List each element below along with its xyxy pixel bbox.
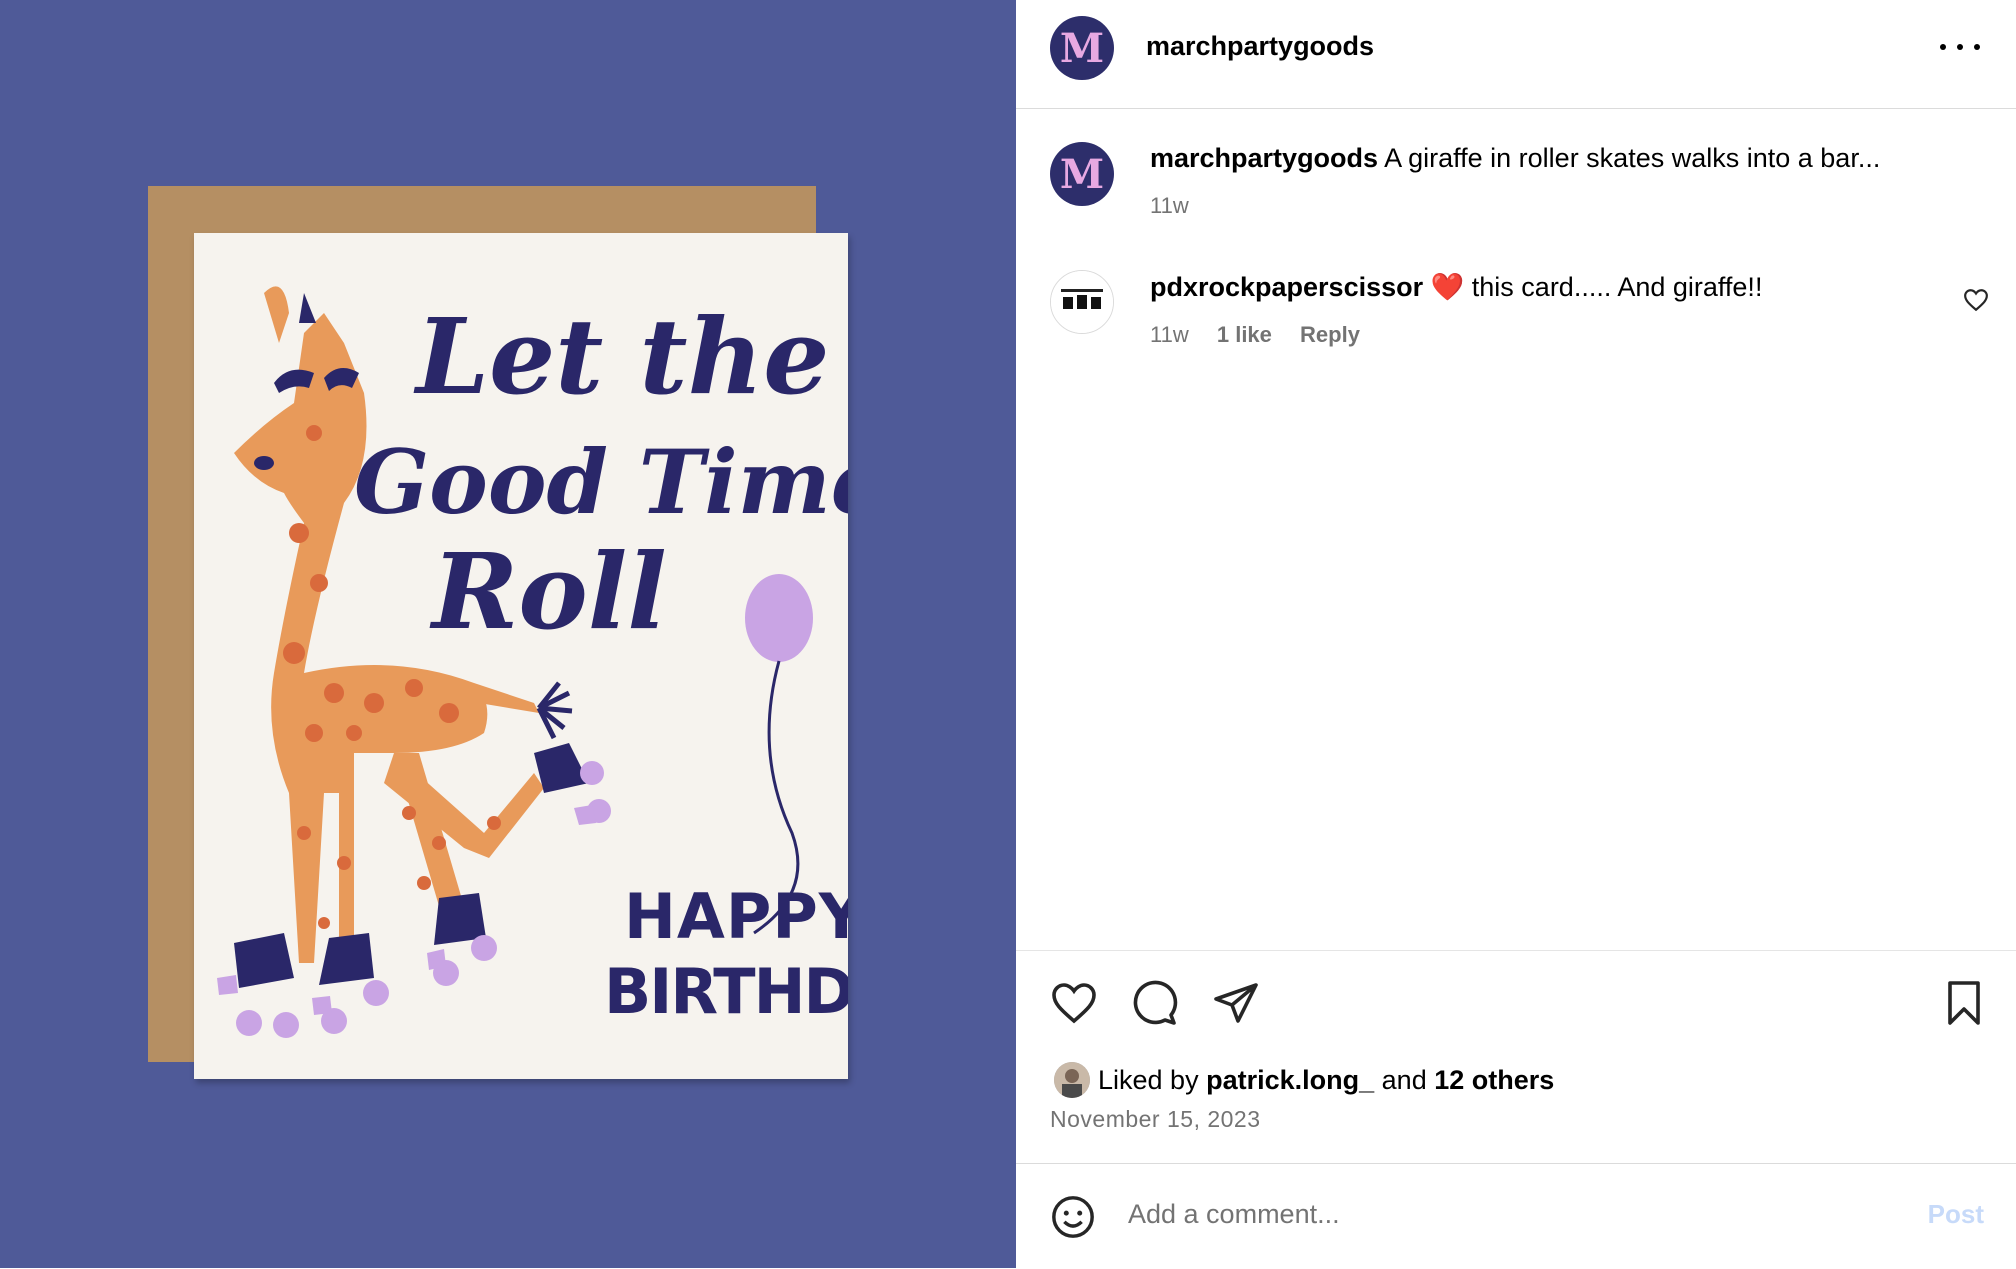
liked-by-user[interactable]: patrick.long_ <box>1206 1065 1374 1096</box>
card-line-1: Let the <box>413 295 829 418</box>
liker-avatar[interactable] <box>1054 1062 1090 1098</box>
commenter-avatar[interactable] <box>1050 270 1114 334</box>
liked-by-and: and <box>1381 1064 1427 1095</box>
greeting-card: Let the Good Times Roll HAPPY BIRTHDAY <box>194 233 848 1079</box>
caption-avatar[interactable]: M <box>1050 142 1114 206</box>
post-header: M marchpartygoods <box>1016 0 2016 109</box>
caption-username[interactable]: marchpartygoods <box>1150 143 1378 173</box>
emoji-icon[interactable] <box>1050 1194 1096 1240</box>
rock-paper-scissor-logo-icon <box>1051 271 1113 333</box>
comment-like-icon[interactable] <box>1963 288 1989 312</box>
reply-button[interactable]: Reply <box>1300 322 1360 347</box>
profile-avatar[interactable]: M <box>1050 16 1114 80</box>
post-sidebar: M marchpartygoods M marchpartygoods A gi… <box>1016 0 2016 1268</box>
post-actions <box>1016 950 2016 1166</box>
avatar-letter: M <box>1059 150 1105 198</box>
comment-meta: 11w 1 like Reply <box>1150 322 1360 348</box>
card-line-2: Good Times <box>354 430 848 534</box>
heart-icon[interactable] <box>1050 981 1098 1025</box>
comment-input[interactable]: Add a comment... <box>1128 1199 1340 1230</box>
comment-age: 11w <box>1150 322 1189 347</box>
caption-age: 11w <box>1150 193 1189 218</box>
comment-likes[interactable]: 1 like <box>1217 322 1272 347</box>
comment: pdxrockpaperscissor ❤️ this card..... An… <box>1150 271 1762 303</box>
card-line-4: HAPPY <box>624 880 848 953</box>
post-image[interactable]: Let the Good Times Roll HAPPY BIRTHDAY <box>0 0 1016 1268</box>
caption-text: A giraffe in roller skates walks into a … <box>1384 143 1881 173</box>
heart-emoji: ❤️ <box>1430 272 1465 302</box>
liked-by-prefix: Liked by <box>1098 1064 1199 1095</box>
avatar-letter: M <box>1059 24 1105 72</box>
card-line-5: BIRTHDAY <box>604 955 848 1028</box>
more-icon[interactable] <box>1940 32 1980 62</box>
liked-by-others[interactable]: 12 others <box>1434 1065 1554 1096</box>
liked-by: Liked by patrick.long_ and 12 others <box>1054 1062 1554 1098</box>
comment-username[interactable]: pdxrockpaperscissor <box>1150 272 1423 302</box>
giraffe-illustration: Let the Good Times Roll HAPPY BIRTHDAY <box>217 286 848 1038</box>
card-line-3: Roll <box>429 530 667 653</box>
share-icon[interactable] <box>1212 979 1260 1027</box>
caption: marchpartygoods A giraffe in roller skat… <box>1150 143 1880 174</box>
bookmark-icon[interactable] <box>1944 979 1984 1027</box>
header-username[interactable]: marchpartygoods <box>1146 31 1374 62</box>
comment-text: this card..... And giraffe!! <box>1471 272 1763 302</box>
comment-icon[interactable] <box>1130 979 1178 1027</box>
post-date: November 15, 2023 <box>1050 1106 1261 1132</box>
add-comment-bar: Add a comment... Post <box>1016 1163 2016 1269</box>
post-button[interactable]: Post <box>1928 1199 1984 1230</box>
